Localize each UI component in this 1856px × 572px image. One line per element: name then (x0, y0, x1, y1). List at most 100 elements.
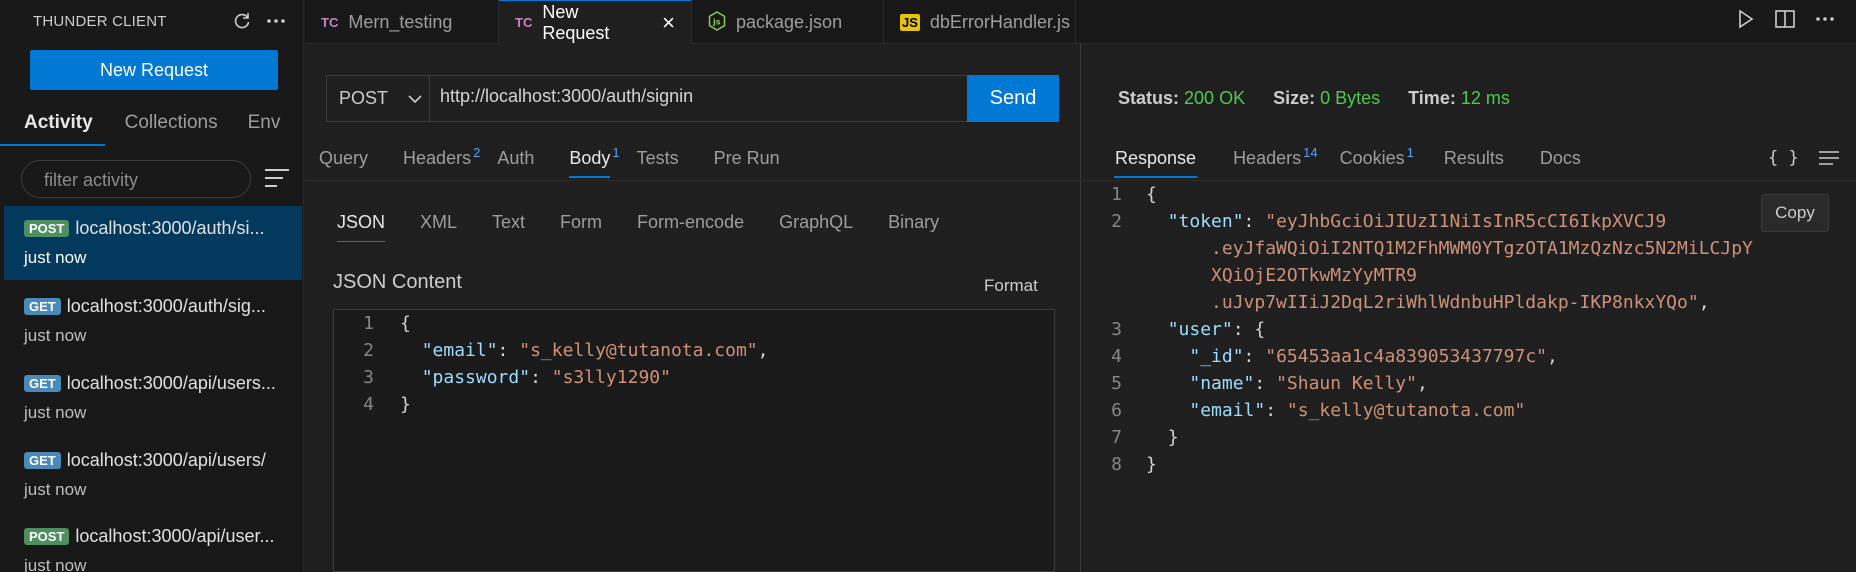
body-tab-json[interactable]: JSON (337, 212, 386, 242)
more-actions-icon[interactable] (261, 6, 291, 36)
activity-item[interactable]: GET localhost:3000/auth/sig... just now (4, 284, 302, 358)
json-value: XQiOjE2OTkwMzYyMTR9 (1211, 265, 1417, 286)
code-line: 7 } (1082, 424, 1856, 451)
tab-label: dbErrorHandler.js (929, 11, 1070, 32)
tab-label: Tests (636, 148, 679, 168)
code-punct: , (1698, 292, 1710, 313)
javascript-icon: JS (900, 13, 920, 31)
tab-docs[interactable]: Docs (1540, 142, 1581, 182)
send-button[interactable]: Send (967, 75, 1059, 122)
filter-menu-icon[interactable] (264, 167, 290, 191)
tab-response-headers[interactable]: Headers 14 (1233, 142, 1318, 182)
tab-headers[interactable]: Headers 2 (403, 142, 497, 182)
tab-label: Headers (403, 148, 472, 168)
editor-actions (1734, 8, 1836, 35)
json-key: "email" (1189, 400, 1266, 421)
url-bar: POST http://localhost:3000/auth/signin S… (326, 75, 1059, 122)
tab-label: Query (319, 148, 369, 168)
body-tab-form[interactable]: Form (560, 212, 602, 242)
line-number: 7 (1111, 427, 1122, 448)
code-punct: { (1146, 184, 1157, 205)
line-number: 2 (363, 340, 374, 361)
tab-activity[interactable]: Activity (0, 104, 105, 146)
filter-activity-input[interactable]: filter activity (21, 160, 251, 198)
tab-pre-run[interactable]: Pre Run (714, 142, 797, 182)
body-tab-graphql[interactable]: GraphQL (779, 212, 853, 242)
json-key: "name" (1189, 373, 1255, 394)
new-request-button[interactable]: New Request (30, 50, 278, 90)
tab-label: Response (1114, 148, 1198, 178)
copy-button[interactable]: Copy (1761, 194, 1829, 232)
tab-response[interactable]: Response (1114, 142, 1198, 182)
tab-collections[interactable]: Collections (105, 104, 230, 146)
activity-time: just now (24, 556, 87, 572)
json-key: "token" (1167, 211, 1244, 232)
code-line: 6 "email": "s_kelly@tutanota.com" (1082, 397, 1856, 424)
more-actions-icon[interactable] (1814, 8, 1836, 35)
request-pane: POST http://localhost:3000/auth/signin S… (305, 44, 1081, 572)
code-punct: { (1254, 319, 1266, 340)
line-number: 6 (1111, 400, 1122, 421)
method-badge: GET (24, 298, 61, 315)
line-number: 2 (1111, 211, 1122, 232)
divider (305, 180, 1081, 181)
size-value: 0 Bytes (1320, 88, 1381, 108)
method-badge: POST (24, 528, 70, 545)
response-tabs: Response Headers 14 Cookies 1 Results Docs (1114, 142, 1617, 182)
tab-new-request[interactable]: TC New Request × (499, 0, 692, 44)
tab-label: Cookies (1339, 148, 1405, 168)
json-value: .eyJfaWQiOiI2NTQ1M2FhMWM0YTgzOTA1MzQzNzc… (1211, 238, 1753, 259)
braces-icon[interactable]: { } (1768, 148, 1799, 168)
format-button[interactable]: Format (984, 276, 1038, 296)
nodejs-icon: js (708, 10, 726, 34)
sidebar-header: THUNDER CLIENT (0, 0, 303, 42)
activity-item[interactable]: POST localhost:3000/api/user... just now (4, 514, 302, 572)
line-number: 8 (1111, 454, 1122, 475)
code-punct: , (1416, 373, 1428, 394)
body-tab-form-encode[interactable]: Form-encode (637, 212, 744, 242)
body-tab-xml[interactable]: XML (420, 212, 457, 242)
url-input[interactable]: http://localhost:3000/auth/signin (430, 76, 967, 121)
code-line: XQiOjE2OTkwMzYyMTR9 (1082, 262, 1856, 289)
tab-dberrorhandler-js[interactable]: JS dbErrorHandler.js (884, 0, 1076, 44)
menu-icon[interactable] (1818, 150, 1840, 171)
activity-item[interactable]: GET localhost:3000/api/users... just now (4, 361, 302, 435)
close-icon[interactable]: × (662, 10, 675, 36)
tab-label: Pre Run (713, 148, 780, 168)
body-tab-text[interactable]: Text (492, 212, 525, 242)
json-body-editor[interactable]: 1{ 2 "email": "s_kelly@tutanota.com", 3 … (333, 309, 1055, 572)
tab-auth[interactable]: Auth (497, 142, 551, 182)
sidebar-title: THUNDER CLIENT (33, 12, 167, 30)
status-label: Status: (1118, 88, 1180, 108)
json-value: "eyJhbGciOiJIUzI1NiIsInR5cCI6IkpXVCJ9 (1265, 211, 1667, 232)
code-line: 1{ (1082, 181, 1856, 208)
count-badge: 1 (1406, 145, 1414, 160)
tab-env[interactable]: Env (230, 104, 293, 146)
activity-url: localhost:3000/auth/si... (75, 218, 265, 238)
activity-item[interactable]: GET localhost:3000/api/users/ just now (4, 438, 302, 512)
refresh-icon[interactable] (227, 6, 257, 36)
tab-query[interactable]: Query (319, 142, 385, 182)
thunder-client-icon: TC (515, 15, 533, 30)
tab-body[interactable]: Body 1 (569, 142, 636, 182)
run-icon[interactable] (1734, 8, 1756, 35)
activity-item[interactable]: POST localhost:3000/auth/si... just now (4, 206, 302, 280)
tab-cookies[interactable]: Cookies 1 (1340, 142, 1414, 182)
tab-tests[interactable]: Tests (637, 142, 696, 182)
body-tab-binary[interactable]: Binary (888, 212, 939, 242)
body-type-tabs: JSON XML Text Form Form-encode GraphQL B… (337, 212, 974, 242)
split-editor-icon[interactable] (1774, 8, 1796, 35)
tab-package-json[interactable]: js package.json (692, 0, 884, 44)
json-key: "_id" (1189, 346, 1244, 367)
activity-url: localhost:3000/auth/sig... (66, 296, 266, 316)
tab-mern-testing[interactable]: TC Mern_testing (305, 0, 499, 44)
activity-url: localhost:3000/api/user... (75, 526, 275, 546)
code-line: 2 "token": "eyJhbGciOiJIUzI1NiIsInR5cCI6… (1082, 208, 1856, 235)
tab-results[interactable]: Results (1444, 142, 1504, 182)
method-select[interactable]: POST (327, 76, 430, 121)
thunder-client-sidebar: THUNDER CLIENT New Request Activity Coll… (0, 0, 304, 572)
